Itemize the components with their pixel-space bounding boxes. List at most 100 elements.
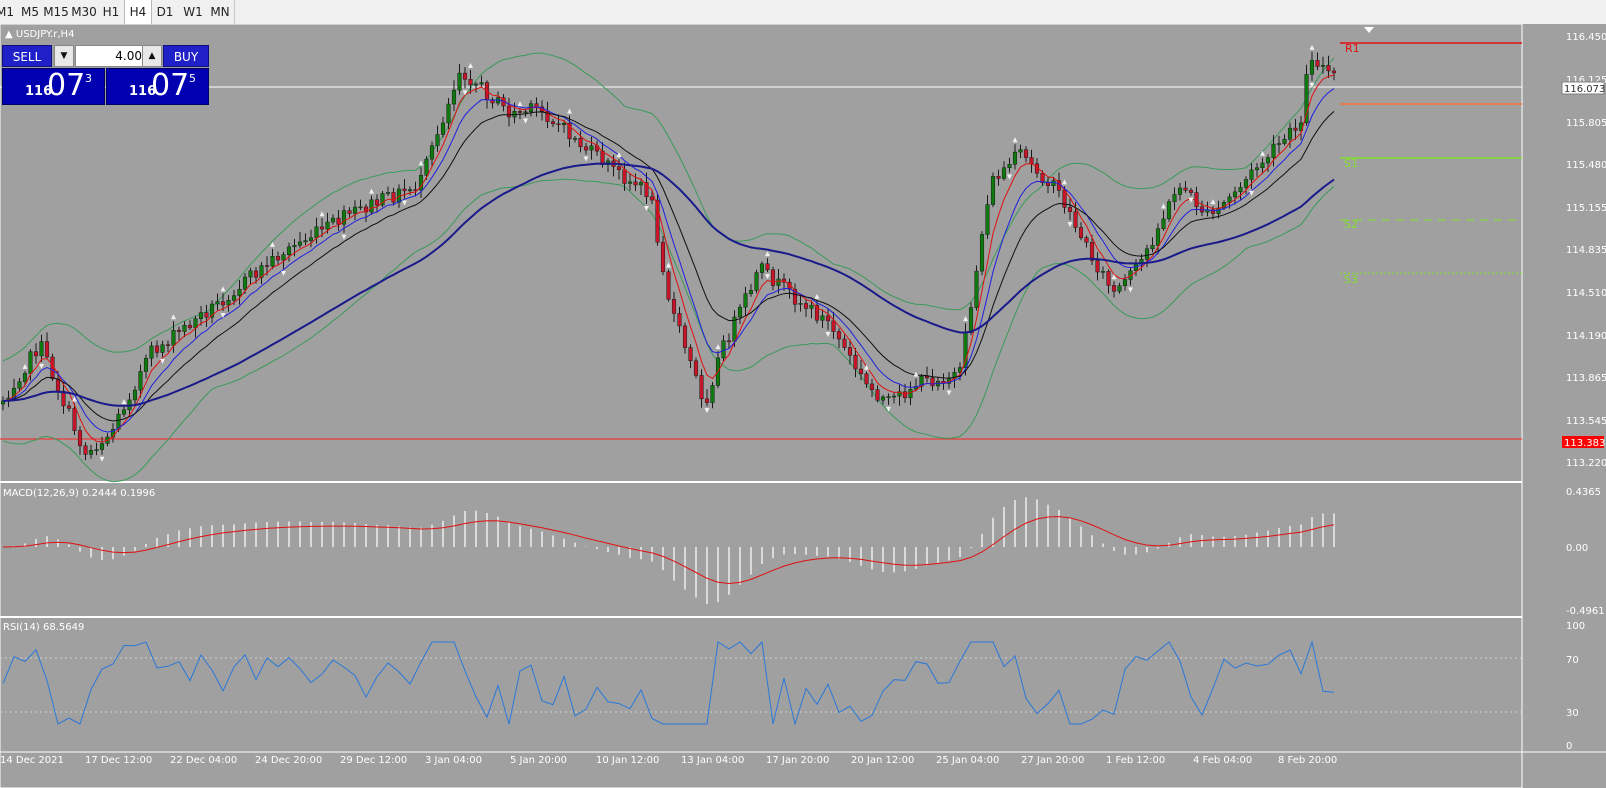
timeframe-button-m1[interactable]: M1 xyxy=(0,0,16,24)
timeframe-button-m15[interactable]: M15 xyxy=(43,0,69,24)
candle-body xyxy=(1331,70,1337,74)
candle-body xyxy=(1100,271,1106,273)
symbol-text: USDJPY.r,H4 xyxy=(16,29,75,40)
candle-body xyxy=(462,72,468,80)
candle-body xyxy=(270,256,275,267)
candle-body xyxy=(737,306,743,318)
fractal-up-icon xyxy=(121,399,127,405)
candle-body xyxy=(138,371,143,391)
sell-price-pips: 07 xyxy=(47,68,86,103)
fractal-up-icon xyxy=(1210,199,1216,205)
triangle-up-icon: ▲ xyxy=(148,51,156,61)
timeframe-button-m5[interactable]: M5 xyxy=(18,0,42,24)
candle-body xyxy=(204,312,209,318)
candle-body xyxy=(457,72,462,91)
candle-body xyxy=(1045,182,1051,186)
timeframe-button-w1[interactable]: W1 xyxy=(180,0,206,24)
price-tick: 116.450 xyxy=(1566,32,1606,43)
lot-increase-button[interactable]: ▲ xyxy=(142,45,162,67)
candle-body xyxy=(721,340,726,359)
fractal-down-icon xyxy=(341,234,347,240)
timeframe-button-h4[interactable]: H4 xyxy=(124,0,152,24)
fractal-down-icon xyxy=(583,156,589,162)
time-tick: 5 Jan 20:00 xyxy=(510,755,567,766)
candle-body xyxy=(1001,167,1007,179)
candle-body xyxy=(1084,237,1089,243)
fractal-up-icon xyxy=(1161,203,1166,209)
candle-body xyxy=(583,146,589,151)
candle-body xyxy=(759,263,765,273)
one-click-trading-panel: SELL ▼ ▲ BUY 116 07 3 116 07 5 xyxy=(2,45,212,105)
candle-body xyxy=(330,217,336,223)
s2-label: S2 xyxy=(1344,218,1358,231)
candle-body xyxy=(627,181,633,184)
buy-price-display[interactable]: 116 07 5 xyxy=(106,68,209,105)
candle-body xyxy=(226,300,231,306)
candle-body xyxy=(319,226,325,230)
timeframe-button-d1[interactable]: D1 xyxy=(152,0,178,24)
candle-body xyxy=(1012,151,1018,165)
fractal-up-icon xyxy=(319,211,325,217)
rsi-tick: 30 xyxy=(1566,708,1579,719)
candle-body xyxy=(803,303,809,309)
candle-body xyxy=(77,430,83,447)
chart-shift-marker-icon[interactable] xyxy=(1364,27,1374,33)
candle-body xyxy=(1320,65,1326,67)
candle-body xyxy=(198,312,204,320)
candle-body xyxy=(638,182,644,186)
candle-body xyxy=(479,82,484,85)
candle-body xyxy=(765,263,770,271)
plot-border xyxy=(0,24,1523,788)
fractal-down-icon xyxy=(39,363,44,369)
candle-body xyxy=(66,405,72,409)
candle-body xyxy=(446,103,451,124)
candle-body xyxy=(39,341,44,357)
time-tick: 10 Jan 12:00 xyxy=(596,755,659,766)
timeframe-button-h1[interactable]: H1 xyxy=(99,0,123,24)
candle-body xyxy=(1276,143,1282,145)
candle-body xyxy=(1078,227,1084,238)
candle-body xyxy=(875,389,880,401)
time-tick: 1 Feb 12:00 xyxy=(1106,755,1165,766)
candle-body xyxy=(979,234,985,272)
time-tick: 14 Dec 2021 xyxy=(0,755,64,766)
lot-decrease-button[interactable]: ▼ xyxy=(54,45,74,67)
buy-button[interactable]: BUY xyxy=(163,45,209,67)
candle-body xyxy=(809,304,814,309)
time-tick: 29 Dec 12:00 xyxy=(340,755,407,766)
candle-body xyxy=(1007,164,1012,168)
candle-body xyxy=(1150,245,1155,250)
candle-body xyxy=(402,188,407,192)
lot-size-input[interactable] xyxy=(75,45,147,67)
fractal-down-icon xyxy=(281,270,286,276)
rsi-tick: 0 xyxy=(1566,741,1572,752)
sell-price-display[interactable]: 116 07 3 xyxy=(2,68,105,105)
fractal-down-icon xyxy=(765,274,770,280)
candle-body xyxy=(94,449,99,451)
candle-body xyxy=(1018,149,1023,153)
candle-body xyxy=(699,375,704,400)
sell-button[interactable]: SELL xyxy=(2,45,52,67)
candle-body xyxy=(171,329,176,346)
candle-body xyxy=(231,295,237,301)
s3-label: S3 xyxy=(1344,273,1358,286)
fractal-down-icon xyxy=(825,332,831,338)
candle-body xyxy=(776,278,781,286)
timeframe-button-mn[interactable]: MN xyxy=(206,0,235,24)
fractal-up-icon xyxy=(864,364,869,370)
moving-averages xyxy=(2,74,1335,443)
price-chart-canvas[interactable]: ▲ USDJPY.r,H4 R1 S1 S2 S3 116.450 116.12… xyxy=(0,24,1606,788)
candle-body xyxy=(869,383,875,390)
macd-tick: -0.4961 xyxy=(1566,606,1605,617)
chart-window[interactable]: ▲ USDJPY.r,H4 R1 S1 S2 S3 116.450 116.12… xyxy=(0,24,1606,788)
time-tick: 13 Jan 04:00 xyxy=(681,755,744,766)
candle-body xyxy=(220,301,226,306)
candle-body xyxy=(616,166,622,170)
candle-body xyxy=(1232,191,1238,198)
candle-body xyxy=(182,324,187,332)
fractal-up-icon xyxy=(913,371,919,377)
candle-body xyxy=(682,325,688,348)
timeframe-button-m30[interactable]: M30 xyxy=(70,0,98,24)
candle-body xyxy=(930,377,935,387)
candle-body xyxy=(1188,190,1194,193)
